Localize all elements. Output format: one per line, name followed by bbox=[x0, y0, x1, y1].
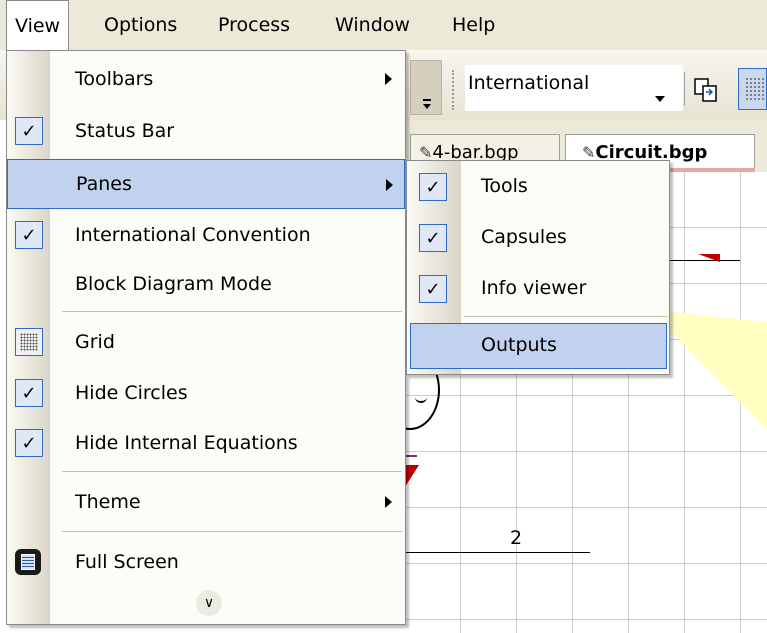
menu-item-toolbars[interactable]: Toolbars bbox=[7, 54, 405, 104]
bond-marker bbox=[405, 455, 417, 457]
grid-toggle-button[interactable] bbox=[738, 68, 767, 110]
submenu-item-tools[interactable]: ✓ Tools bbox=[407, 162, 669, 212]
toolbar-separator bbox=[684, 72, 685, 106]
double-chevron-down-icon[interactable]: ∨ bbox=[196, 590, 222, 616]
bond-line-2 bbox=[405, 552, 590, 553]
toolbar-grip[interactable] bbox=[452, 70, 456, 110]
menu-item-grid[interactable]: Grid bbox=[7, 317, 405, 367]
menu-item-status-bar[interactable]: ✓ Status Bar bbox=[7, 106, 405, 156]
copy-icon[interactable] bbox=[692, 76, 720, 104]
checkmark-icon: ✓ bbox=[419, 224, 447, 252]
submenu-item-capsules[interactable]: ✓ Capsules bbox=[407, 213, 669, 263]
checkmark-icon: ✓ bbox=[15, 379, 43, 407]
full-screen-icon bbox=[15, 549, 41, 575]
menu-item-hide-internal-equations[interactable]: ✓ Hide Internal Equations bbox=[7, 418, 405, 468]
menu-item-full-screen[interactable]: Full Screen bbox=[7, 537, 405, 587]
checkmark-icon: ✓ bbox=[419, 275, 447, 303]
menu-help[interactable]: Help bbox=[452, 10, 495, 40]
submenu-arrow-icon bbox=[385, 73, 392, 85]
toolbar-overflow-button[interactable] bbox=[410, 60, 442, 115]
grid-icon bbox=[745, 77, 765, 101]
menu-item-hide-circles[interactable]: ✓ Hide Circles bbox=[7, 368, 405, 418]
menu-view[interactable]: View bbox=[6, 0, 70, 50]
submenu-item-outputs[interactable]: Outputs bbox=[410, 323, 667, 369]
menu-separator bbox=[62, 311, 402, 312]
checkmark-icon: ✓ bbox=[15, 221, 43, 249]
checkmark-icon: ✓ bbox=[15, 117, 43, 145]
menu-item-panes[interactable]: Panes bbox=[7, 159, 405, 209]
convention-value: International bbox=[468, 72, 590, 94]
menu-item-block-diagram-mode[interactable]: Block Diagram Mode bbox=[7, 259, 405, 309]
menu-process[interactable]: Process bbox=[218, 10, 290, 40]
bond-arrow bbox=[698, 254, 720, 262]
submenu-arrow-icon bbox=[385, 496, 392, 508]
menu-window[interactable]: Window bbox=[335, 10, 410, 40]
menu-separator bbox=[62, 471, 402, 472]
bond-arrow-left bbox=[405, 465, 419, 487]
menu-item-international-convention[interactable]: ✓ International Convention bbox=[7, 210, 405, 260]
menu-item-theme[interactable]: Theme bbox=[7, 477, 405, 527]
submenu-arrow-icon bbox=[386, 179, 393, 191]
menu-separator bbox=[62, 531, 402, 532]
bond-label-2: 2 bbox=[510, 527, 523, 549]
dropdown-arrow-icon[interactable] bbox=[655, 96, 665, 102]
grid-icon bbox=[15, 328, 43, 356]
checkmark-icon: ✓ bbox=[15, 429, 43, 457]
menu-options[interactable]: Options bbox=[104, 10, 177, 40]
checkmark-icon: ✓ bbox=[419, 173, 447, 201]
submenu-separator bbox=[464, 316, 668, 317]
submenu-item-info-viewer[interactable]: ✓ Info viewer bbox=[407, 264, 669, 314]
